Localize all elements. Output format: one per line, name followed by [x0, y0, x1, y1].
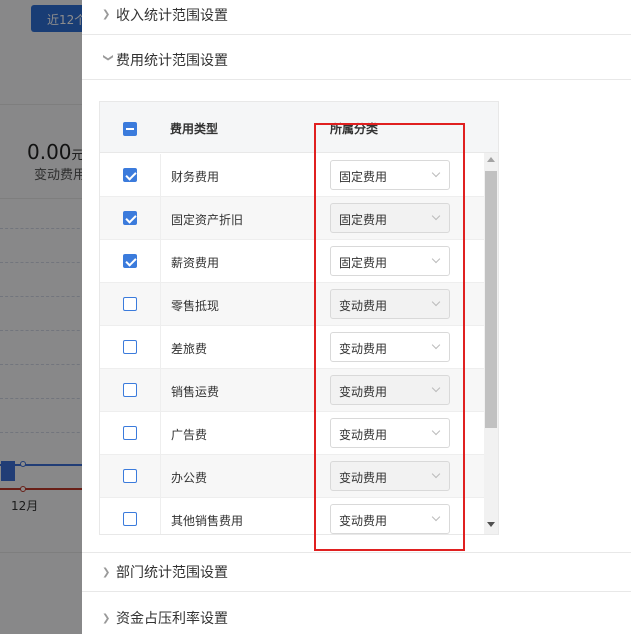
scroll-up-icon[interactable] — [487, 157, 495, 162]
checkbox-cell — [100, 326, 161, 368]
section-title: 费用统计范围设置 — [116, 52, 228, 69]
checkbox-cell — [100, 412, 161, 454]
row-checkbox[interactable] — [123, 254, 137, 268]
chevron-right-icon: ❯ — [102, 9, 111, 20]
row-checkbox[interactable] — [123, 426, 137, 440]
expense-type-name: 零售抵现 — [171, 299, 220, 313]
chevron-down-icon: ❯ — [102, 53, 114, 62]
expense-type-name: 财务费用 — [171, 170, 220, 184]
section-income-header[interactable]: ❯ 收入统计范围设置 — [82, 0, 631, 35]
expense-type-name: 差旅费 — [171, 342, 208, 356]
expense-type-name: 薪资费用 — [171, 256, 220, 270]
row-checkbox[interactable] — [123, 211, 137, 225]
scrollbar[interactable] — [484, 153, 498, 534]
checkbox-cell — [100, 369, 161, 411]
section-title: 部门统计范围设置 — [116, 565, 228, 581]
section-department-header[interactable]: ❯ 部门统计范围设置 — [82, 552, 631, 592]
column-header-type: 费用类型 — [170, 122, 219, 136]
expense-type-name: 广告费 — [171, 428, 208, 442]
section-title: 资金占压利率设置 — [116, 611, 228, 627]
checkbox-cell — [100, 498, 161, 534]
checkbox-cell — [100, 283, 161, 325]
checkbox-cell — [100, 154, 161, 196]
expense-type-name: 销售运费 — [171, 385, 220, 399]
annotation-highlight-box — [314, 123, 465, 551]
settings-drawer: ❯ 收入统计范围设置 ❯ 费用统计范围设置 费用类型 所属分类 财务费用 固定费用… — [82, 0, 631, 634]
expense-type-name: 固定资产折旧 — [171, 213, 244, 227]
scroll-down-icon[interactable] — [487, 522, 495, 527]
section-capital-header[interactable]: ❯ 资金占压利率设置 — [82, 598, 631, 634]
chevron-right-icon: ❯ — [102, 566, 111, 578]
section-title: 收入统计范围设置 — [116, 7, 228, 24]
checkbox-cell — [100, 197, 161, 239]
select-all-checkbox[interactable] — [123, 122, 137, 136]
checkbox-cell — [100, 240, 161, 282]
expense-type-name: 其他销售费用 — [171, 514, 244, 528]
row-checkbox[interactable] — [123, 512, 137, 526]
expense-type-name: 办公费 — [171, 471, 208, 485]
row-checkbox[interactable] — [123, 340, 137, 354]
section-expense-header[interactable]: ❯ 费用统计范围设置 — [82, 40, 631, 80]
row-checkbox[interactable] — [123, 168, 137, 182]
row-checkbox[interactable] — [123, 383, 137, 397]
row-checkbox[interactable] — [123, 297, 137, 311]
scrollbar-thumb[interactable] — [485, 171, 497, 428]
chevron-right-icon: ❯ — [102, 612, 111, 624]
row-checkbox[interactable] — [123, 469, 137, 483]
checkbox-cell — [100, 455, 161, 497]
